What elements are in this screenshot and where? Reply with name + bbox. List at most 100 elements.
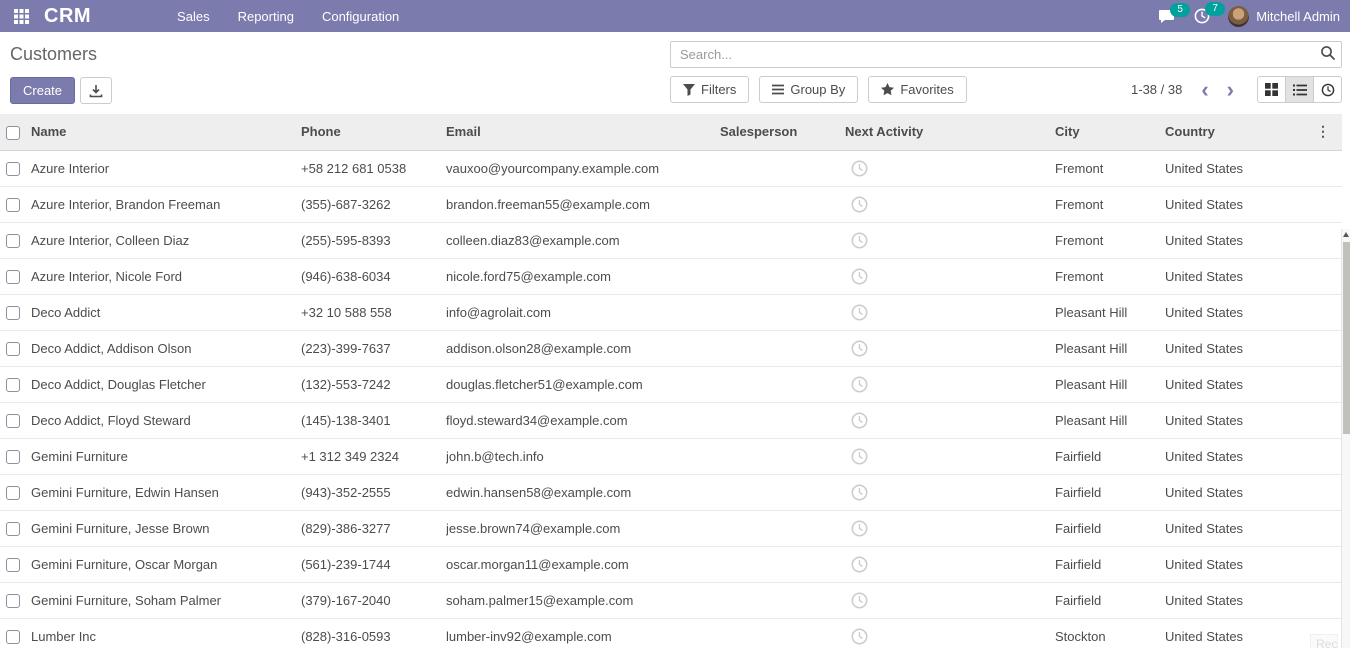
row-checkbox[interactable] [6,342,20,356]
scrollbar-thumb[interactable] [1343,242,1350,434]
table-row[interactable]: Deco Addict+32 10 588 558info@agrolait.c… [0,294,1342,330]
cell-city[interactable]: Pleasant Hill [1055,330,1165,366]
cell-phone[interactable]: (223)-399-7637 [301,330,446,366]
menu-configuration[interactable]: Configuration [308,0,413,32]
cell-name[interactable]: Azure Interior, Nicole Ford [31,258,301,294]
row-checkbox[interactable] [6,450,20,464]
cell-name[interactable]: Deco Addict, Floyd Steward [31,402,301,438]
cell-name[interactable]: Gemini Furniture, Jesse Brown [31,510,301,546]
cell-country[interactable]: United States [1165,294,1270,330]
row-checkbox[interactable] [6,306,20,320]
row-checkbox[interactable] [6,162,20,176]
column-header-city[interactable]: City [1055,114,1165,150]
next-activity-clock-icon[interactable] [851,412,868,429]
row-checkbox[interactable] [6,198,20,212]
next-activity-clock-icon[interactable] [851,628,868,645]
apps-menu-icon[interactable] [8,3,34,29]
pager-previous-button[interactable]: ‹ [1194,80,1215,100]
cell-email[interactable]: soham.palmer15@example.com [446,582,720,618]
cell-city[interactable]: Pleasant Hill [1055,402,1165,438]
cell-country[interactable]: United States [1165,222,1270,258]
cell-salesperson[interactable] [720,366,845,402]
cell-city[interactable]: Fremont [1055,186,1165,222]
cell-phone[interactable]: (946)-638-6034 [301,258,446,294]
table-row[interactable]: Gemini Furniture, Oscar Morgan(561)-239-… [0,546,1342,582]
column-header-next-activity[interactable]: Next Activity [845,114,1055,150]
cell-city[interactable]: Fairfield [1055,438,1165,474]
table-row[interactable]: Gemini Furniture, Edwin Hansen(943)-352-… [0,474,1342,510]
user-menu[interactable]: Mitchell Admin [1228,6,1340,27]
cell-name[interactable]: Deco Addict, Douglas Fletcher [31,366,301,402]
group-by-button[interactable]: Group By [759,76,858,103]
cell-email[interactable]: lumber-inv92@example.com [446,618,720,648]
cell-email[interactable]: jesse.brown74@example.com [446,510,720,546]
next-activity-clock-icon[interactable] [851,268,868,285]
next-activity-clock-icon[interactable] [851,340,868,357]
table-row[interactable]: Azure Interior, Nicole Ford(946)-638-603… [0,258,1342,294]
kanban-view-button[interactable] [1257,76,1286,103]
next-activity-clock-icon[interactable] [851,232,868,249]
cell-phone[interactable]: (355)-687-3262 [301,186,446,222]
cell-salesperson[interactable] [720,510,845,546]
table-row[interactable]: Gemini Furniture+1 312 349 2324john.b@te… [0,438,1342,474]
cell-name[interactable]: Gemini Furniture, Soham Palmer [31,582,301,618]
search-input[interactable] [670,41,1342,68]
cell-name[interactable]: Gemini Furniture, Edwin Hansen [31,474,301,510]
cell-phone[interactable]: (829)-386-3277 [301,510,446,546]
cell-salesperson[interactable] [720,546,845,582]
activity-view-button[interactable] [1313,76,1342,103]
cell-country[interactable]: United States [1165,546,1270,582]
cell-city[interactable]: Fremont [1055,258,1165,294]
row-checkbox[interactable] [6,486,20,500]
cell-email[interactable]: vauxoo@yourcompany.example.com [446,150,720,186]
cell-phone[interactable]: (132)-553-7242 [301,366,446,402]
cell-country[interactable]: United States [1165,618,1270,648]
export-button[interactable] [80,77,112,104]
cell-email[interactable]: john.b@tech.info [446,438,720,474]
cell-salesperson[interactable] [720,186,845,222]
row-checkbox[interactable] [6,558,20,572]
vertical-scrollbar[interactable] [1341,229,1350,648]
column-header-name[interactable]: Name [31,114,301,150]
cell-email[interactable]: oscar.morgan11@example.com [446,546,720,582]
cell-email[interactable]: brandon.freeman55@example.com [446,186,720,222]
cell-salesperson[interactable] [720,438,845,474]
table-row[interactable]: Lumber Inc(828)-316-0593lumber-inv92@exa… [0,618,1342,648]
cell-country[interactable]: United States [1165,402,1270,438]
cell-salesperson[interactable] [720,150,845,186]
next-activity-clock-icon[interactable] [851,520,868,537]
cell-phone[interactable]: (943)-352-2555 [301,474,446,510]
table-row[interactable]: Deco Addict, Floyd Steward(145)-138-3401… [0,402,1342,438]
cell-country[interactable]: United States [1165,150,1270,186]
cell-country[interactable]: United States [1165,582,1270,618]
cell-city[interactable]: Fairfield [1055,510,1165,546]
optional-columns-icon[interactable]: ⋮ [1316,123,1330,139]
cell-name[interactable]: Gemini Furniture [31,438,301,474]
cell-name[interactable]: Azure Interior, Colleen Diaz [31,222,301,258]
cell-country[interactable]: United States [1165,258,1270,294]
table-row[interactable]: Azure Interior+58 212 681 0538vauxoo@you… [0,150,1342,186]
cell-salesperson[interactable] [720,582,845,618]
cell-salesperson[interactable] [720,402,845,438]
next-activity-clock-icon[interactable] [851,376,868,393]
cell-phone[interactable]: (828)-316-0593 [301,618,446,648]
column-header-email[interactable]: Email [446,114,720,150]
row-checkbox[interactable] [6,594,20,608]
cell-email[interactable]: floyd.steward34@example.com [446,402,720,438]
row-checkbox[interactable] [6,378,20,392]
cell-country[interactable]: United States [1165,186,1270,222]
table-row[interactable]: Azure Interior, Brandon Freeman(355)-687… [0,186,1342,222]
next-activity-clock-icon[interactable] [851,196,868,213]
table-row[interactable]: Gemini Furniture, Soham Palmer(379)-167-… [0,582,1342,618]
row-checkbox[interactable] [6,270,20,284]
select-all-cell[interactable] [0,114,31,150]
filters-button[interactable]: Filters [670,76,749,103]
cell-city[interactable]: Stockton [1055,618,1165,648]
cell-phone[interactable]: (145)-138-3401 [301,402,446,438]
column-header-salesperson[interactable]: Salesperson [720,114,845,150]
app-name[interactable]: CRM [44,5,91,28]
cell-salesperson[interactable] [720,618,845,648]
create-button[interactable]: Create [10,77,75,104]
cell-city[interactable]: Pleasant Hill [1055,294,1165,330]
next-activity-clock-icon[interactable] [851,160,868,177]
